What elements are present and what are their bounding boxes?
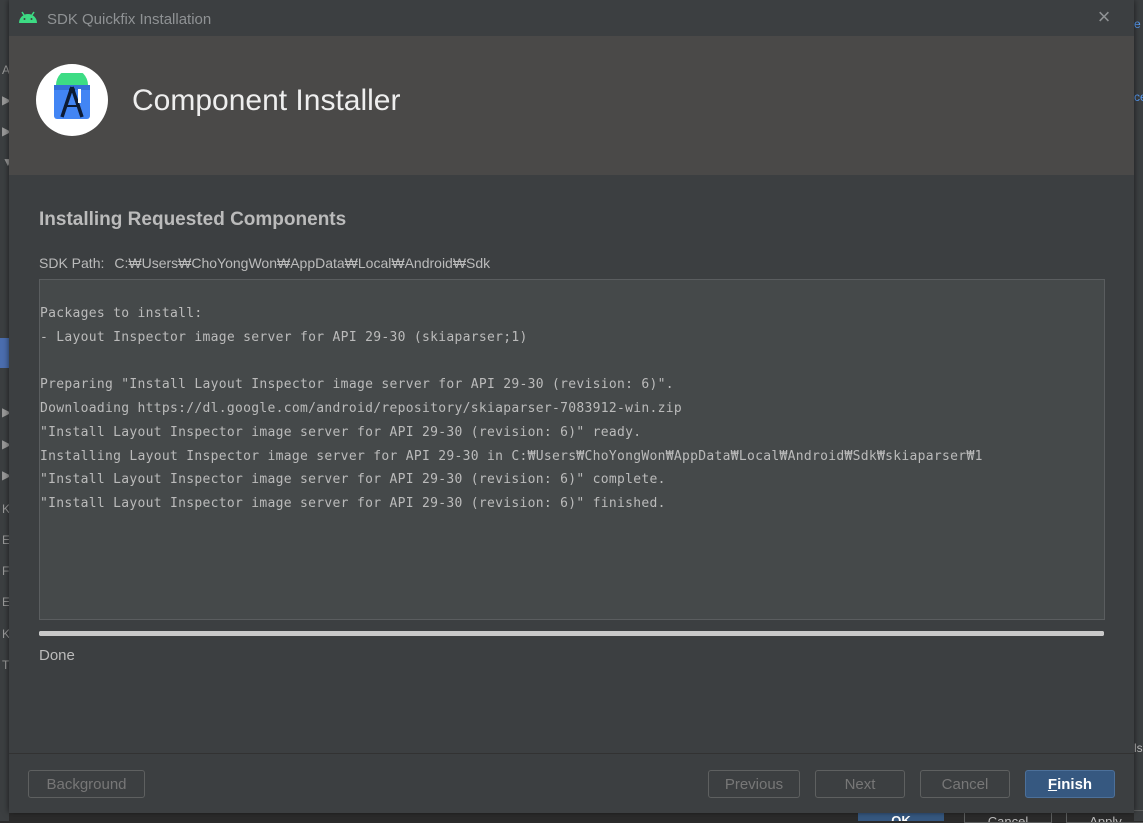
previous-button[interactable]: Previous	[708, 770, 800, 798]
background-selection-highlight	[0, 338, 9, 368]
window-title: SDK Quickfix Installation	[47, 11, 212, 28]
log-line: Packages to install:	[40, 306, 203, 321]
android-icon	[19, 11, 37, 23]
background-button[interactable]: Background	[28, 770, 145, 798]
log-line: "Install Layout Inspector image server f…	[40, 425, 642, 440]
background-mark: ce	[1134, 90, 1143, 104]
section-title: Installing Requested Components	[39, 209, 347, 230]
log-line: Preparing "Install Layout Inspector imag…	[40, 377, 674, 392]
background-ide-left-panel: A ▶ ▶ ▼ ▶ ▶ ▶ K E F E K T	[0, 0, 14, 821]
sdk-path-row: SDK Path: C:₩Users₩ChoYongWon₩AppData₩Loc…	[39, 255, 490, 271]
dialog-content: Installing Requested Components SDK Path…	[9, 175, 1134, 753]
progress-bar-fill	[39, 631, 1104, 636]
sdk-path-label: SDK Path:	[39, 255, 105, 271]
finish-label-rest: inish	[1057, 776, 1093, 793]
dialog-footer: Background Previous Next Cancel Finish	[9, 753, 1134, 813]
android-studio-logo	[36, 64, 108, 136]
log-line: Installing Layout Inspector image server…	[40, 449, 983, 464]
sdk-path-value: C:₩Users₩ChoYongWon₩AppData₩Local₩Androi…	[114, 255, 491, 271]
progress-bar	[39, 631, 1104, 636]
title-bar[interactable]: SDK Quickfix Installation ×	[9, 0, 1134, 36]
finish-mnemonic: F	[1047, 776, 1058, 793]
cancel-button[interactable]: Cancel	[920, 770, 1010, 798]
dialog-header: Component Installer	[9, 36, 1134, 175]
background-ide-right-panel: e ce ls	[1134, 0, 1143, 821]
background-mark: ls	[1134, 741, 1143, 755]
log-line: Downloading https://dl.google.com/androi…	[40, 401, 683, 416]
background-mark: e	[1134, 17, 1141, 31]
log-line: "Install Layout Inspector image server f…	[40, 496, 666, 511]
log-line: "Install Layout Inspector image server f…	[40, 472, 666, 487]
install-log[interactable]: Packages to install: - Layout Inspector …	[39, 279, 1105, 620]
close-icon[interactable]: ×	[1093, 6, 1115, 28]
android-studio-icon	[54, 73, 90, 119]
next-button[interactable]: Next	[815, 770, 905, 798]
header-title: Component Installer	[132, 84, 401, 117]
sdk-quickfix-dialog: SDK Quickfix Installation × Component In…	[9, 0, 1134, 813]
status-text: Done	[39, 647, 75, 664]
finish-button[interactable]: Finish	[1025, 770, 1115, 798]
log-line: - Layout Inspector image server for API …	[40, 330, 528, 345]
